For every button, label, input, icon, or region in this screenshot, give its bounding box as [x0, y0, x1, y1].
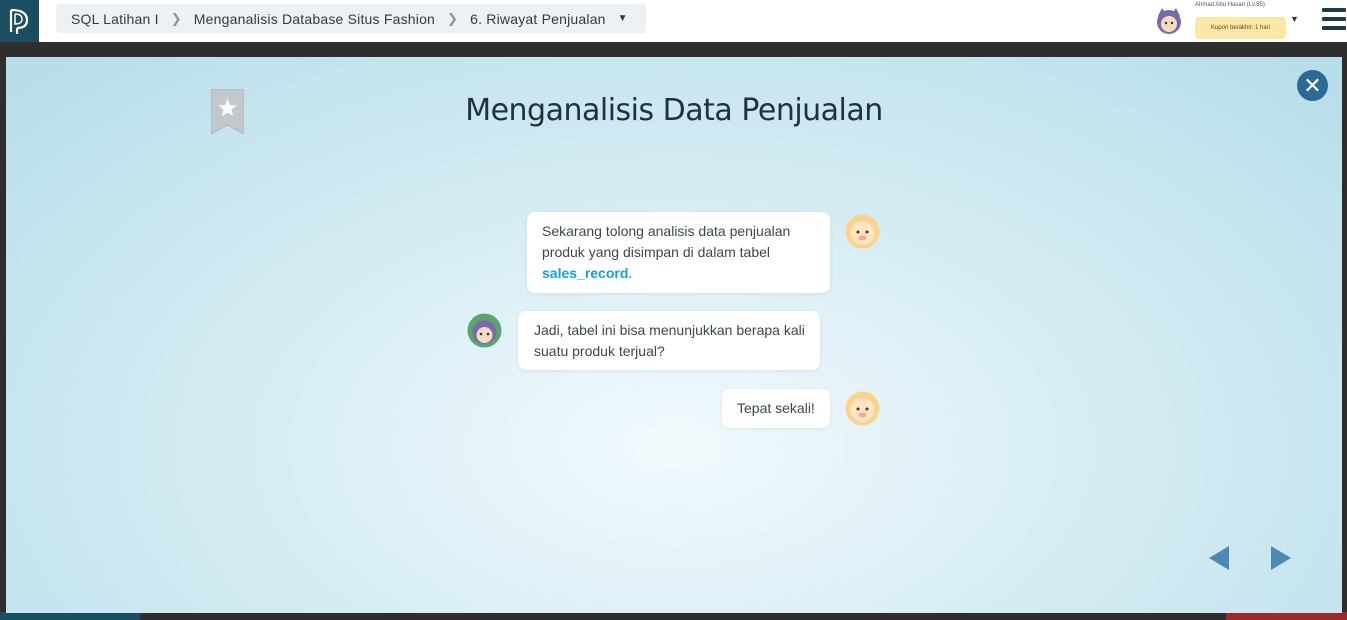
coupon-badge: Kupon berakhir: 1 hari: [1195, 17, 1286, 39]
message-line: produk yang disimpan di dalam tabel: [542, 244, 771, 260]
mentor-avatar: [845, 214, 880, 249]
arrow-right-icon[interactable]: [1269, 545, 1293, 571]
avatar[interactable]: [1154, 6, 1184, 36]
student-avatar: [467, 313, 502, 348]
hamburger-menu-icon[interactable]: [1322, 8, 1346, 30]
table-name-highlight: sales_record: [542, 265, 629, 281]
user-name: Ahmad Abu Hasan (Lv.85): [1195, 2, 1265, 8]
message-line: suatu produk terjual?: [534, 343, 665, 359]
mentor-avatar: [845, 391, 880, 426]
breadcrumb-lesson[interactable]: 6. Riwayat Penjualan: [470, 11, 606, 27]
chevron-right-icon: ❯: [447, 10, 459, 26]
message-line: Tepat sekali!: [737, 400, 815, 416]
bottom-right-button: [1226, 612, 1347, 620]
breadcrumb-course[interactable]: SQL Latihan I: [71, 11, 159, 27]
message-suffix: .: [628, 265, 633, 281]
message-line: Sekarang tolong analisis data penjualan: [542, 223, 791, 239]
logo-icon: [9, 8, 28, 34]
chat-bubble-mentor: Tepat sekali!: [722, 389, 830, 428]
breadcrumb-chapter[interactable]: Menganalisis Database Situs Fashion: [194, 11, 435, 27]
top-bar: SQL Latihan I ❯ Menganalisis Database Si…: [0, 0, 1347, 42]
chat-bubble-mentor: Sekarang tolong analisis data penjualan …: [527, 212, 830, 293]
caret-down-icon[interactable]: ▼: [618, 13, 628, 24]
modal-title: Menganalisis Data Penjualan: [465, 93, 883, 128]
message-line: sales_record.: [542, 263, 815, 284]
caret-down-icon[interactable]: ▼: [1290, 14, 1299, 24]
breadcrumb: SQL Latihan I ❯ Menganalisis Database Si…: [56, 4, 646, 33]
chevron-right-icon: ❯: [170, 10, 182, 26]
slide-modal: ✕ Menganalisis Data Penjualan Sekarang t…: [6, 57, 1342, 613]
logo[interactable]: [0, 0, 39, 42]
bottom-left-panel: [0, 612, 140, 620]
message-line: Jadi, tabel ini bisa menunjukkan berapa …: [534, 322, 805, 338]
arrow-left-icon[interactable]: [1207, 545, 1231, 571]
chat-bubble-student: Jadi, tabel ini bisa menunjukkan berapa …: [518, 311, 820, 370]
